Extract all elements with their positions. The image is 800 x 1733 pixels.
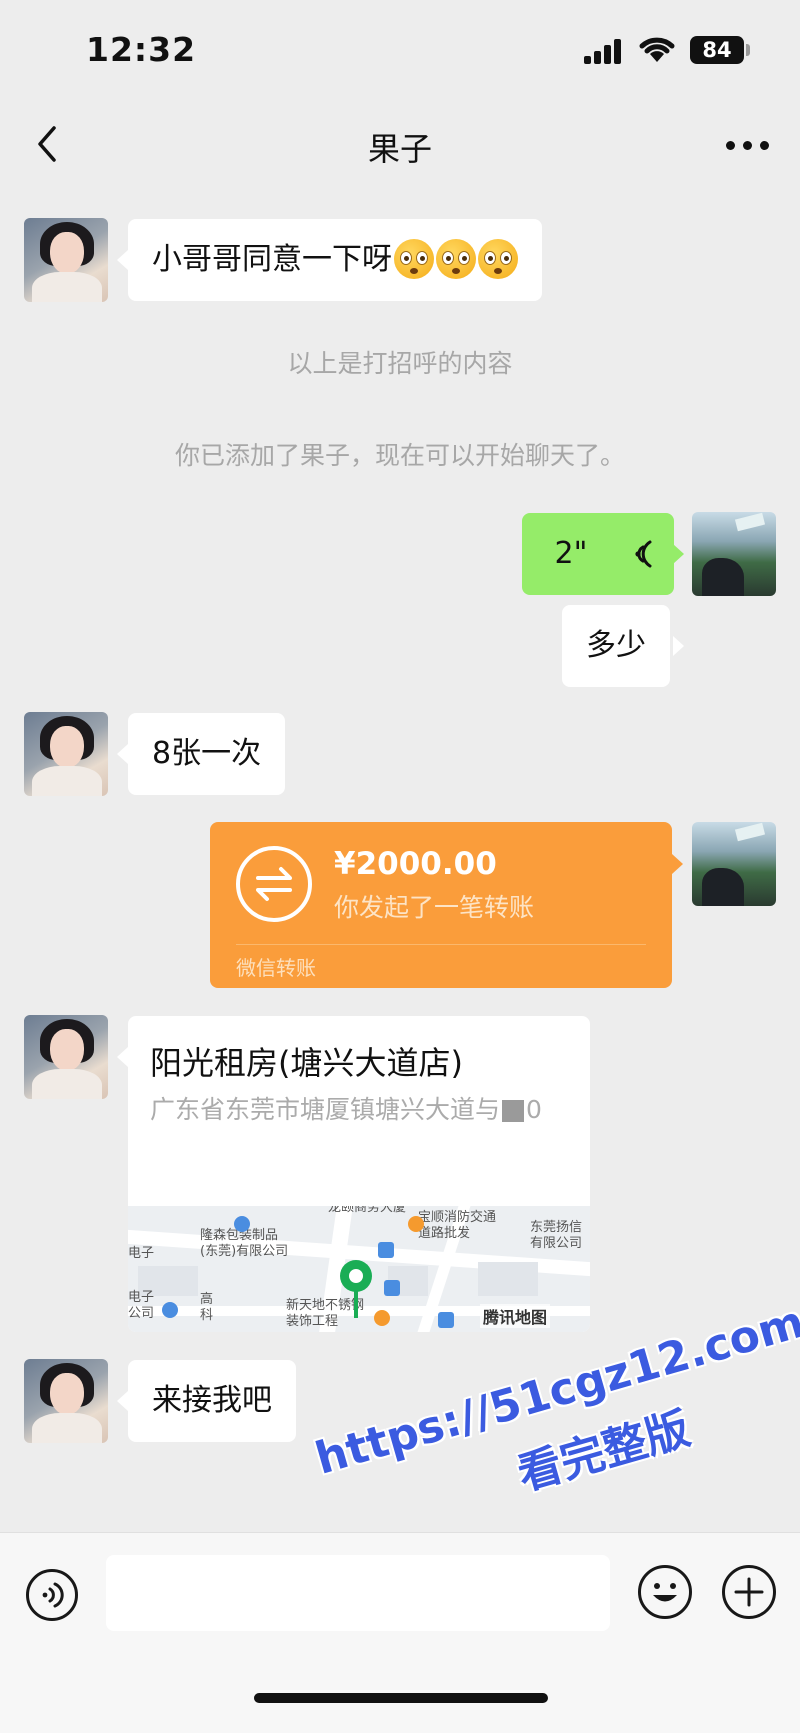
contact-avatar[interactable] — [24, 1015, 108, 1099]
map-label: 有限公司 — [530, 1236, 583, 1251]
poi-marker-icon — [384, 1280, 400, 1296]
poi-marker-icon — [162, 1302, 178, 1318]
map-label: 高 — [200, 1292, 214, 1307]
location-name: 阳光租房(塘兴大道店) — [150, 1044, 463, 1082]
location-address: 广东省东莞市塘厦镇塘兴大道与 0 — [150, 1095, 542, 1124]
poi-marker-icon — [234, 1216, 250, 1232]
bubble-tail — [117, 250, 128, 270]
flushed-face-emoji-icon — [394, 238, 434, 279]
poi-marker-icon — [374, 1310, 390, 1326]
input-bar — [0, 1532, 800, 1733]
plus-icon[interactable] — [722, 1565, 776, 1619]
message-how-much[interactable]: 多少 — [562, 605, 670, 687]
self-avatar[interactable] — [692, 822, 776, 906]
emoji-icon[interactable] — [638, 1565, 692, 1619]
message-greeting[interactable]: 小哥哥同意一下呀 — [128, 219, 542, 301]
bubble-tail — [117, 1047, 128, 1067]
greeting-hint: 以上是打招呼的内容 — [287, 349, 513, 378]
map-label: 龙颐商务大厦 — [328, 1206, 407, 1215]
map-label: 电子 — [128, 1246, 155, 1261]
message-input[interactable] — [106, 1555, 610, 1631]
map-pin-icon — [340, 1260, 372, 1292]
status-time: 12:32 — [86, 30, 197, 69]
wifi-icon — [639, 37, 675, 62]
poi-marker-icon — [408, 1216, 424, 1232]
bubble-tail — [673, 636, 684, 656]
message-price-reply[interactable]: 8张一次 — [128, 713, 286, 795]
location-card[interactable]: 阳光租房(塘兴大道店) 广东省东莞市塘厦镇塘兴大道与 0 龙颐商务大厦 宝顺消防交… — [128, 1016, 590, 1332]
transfer-description: 你发起了一笔转账 — [334, 893, 535, 922]
bubble-tail — [117, 1391, 128, 1411]
map-label: 公司 — [128, 1306, 155, 1321]
message-text: 8张一次 — [152, 736, 262, 771]
bubble-tail — [672, 854, 683, 874]
more-icon[interactable] — [726, 140, 770, 152]
map-label: 电子 — [128, 1290, 155, 1305]
added-notice: 你已添加了果子，现在可以开始聊天了。 — [174, 441, 625, 470]
map-label: 宝顺消防交通 — [418, 1210, 497, 1225]
status-bar: 12:32 84 — [0, 0, 800, 100]
message-text: 多少 — [586, 628, 646, 663]
poi-marker-icon — [378, 1242, 394, 1258]
message-text: 小哥哥同意一下呀 — [152, 242, 392, 277]
voice-input-icon[interactable] — [26, 1569, 78, 1621]
flushed-face-emoji-icon — [478, 238, 518, 279]
poi-marker-icon — [438, 1312, 454, 1328]
home-indicator — [254, 1693, 548, 1703]
location-map[interactable]: 龙颐商务大厦 宝顺消防交通 道路批发 东莞扬信 有限公司 隆森包装制品 (东莞)… — [128, 1206, 590, 1332]
bubble-tail — [117, 744, 128, 764]
cellular-signal-icon — [584, 38, 624, 64]
transfer-amount: ¥2000.00 — [334, 846, 497, 882]
transfer-arrows-icon — [236, 846, 312, 922]
bubble-tail — [673, 544, 684, 564]
map-label: (东莞)有限公司 — [200, 1244, 289, 1259]
map-pin-stem — [354, 1290, 358, 1318]
chat-title: 果子 — [367, 130, 432, 168]
contact-avatar[interactable] — [24, 218, 108, 302]
contact-avatar[interactable] — [24, 712, 108, 796]
self-avatar[interactable] — [692, 512, 776, 596]
transfer-divider — [236, 944, 646, 945]
contact-avatar[interactable] — [24, 1359, 108, 1443]
map-label: 科 — [200, 1308, 214, 1323]
chat-header: 果子 — [0, 100, 800, 188]
map-label: 装饰工程 — [286, 1314, 339, 1329]
message-text: 来接我吧 — [152, 1383, 272, 1418]
voice-duration: 2" — [554, 536, 588, 571]
battery-indicator: 84 — [690, 36, 744, 64]
message-pickup[interactable]: 来接我吧 — [128, 1360, 296, 1442]
map-label: 道路批发 — [418, 1226, 471, 1241]
transfer-card[interactable]: ¥2000.00 你发起了一笔转账 微信转账 — [210, 822, 672, 988]
flushed-face-emoji-icon — [436, 238, 476, 279]
voice-wave-icon — [635, 540, 652, 568]
transfer-footer: 微信转账 — [236, 956, 316, 980]
map-label: 东莞扬信 — [530, 1220, 583, 1235]
map-label: 新天地不锈钢 — [286, 1298, 365, 1313]
battery-nub — [746, 44, 750, 56]
